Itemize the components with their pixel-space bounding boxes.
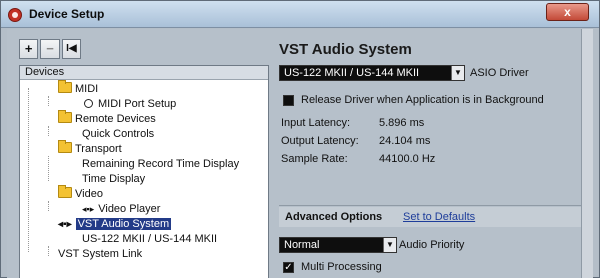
section-divider	[279, 205, 589, 206]
tree-item-time-display[interactable]: Time Display	[82, 172, 145, 187]
folder-icon	[58, 110, 72, 123]
tree-connector	[48, 126, 49, 136]
add-device-button[interactable]: +	[19, 39, 39, 59]
close-button[interactable]: x	[546, 3, 589, 21]
input-latency-value: 5.896 ms	[379, 117, 425, 129]
circle-icon	[84, 99, 93, 108]
asio-driver-select[interactable]: US-122 MKII / US-144 MKII ▼	[279, 65, 465, 81]
chevron-down-icon[interactable]: ▼	[383, 238, 396, 252]
panel-title: VST Audio System	[279, 41, 412, 58]
checkmark-icon: ✓	[284, 262, 293, 273]
tree-item-remote-devices[interactable]: Remote Devices	[58, 110, 156, 127]
asio-driver-label: ASIO Driver	[470, 67, 529, 79]
tree-item-midi-port-setup[interactable]: MIDI Port Setup	[84, 97, 176, 112]
sample-rate-value: 44100.0 Hz	[379, 153, 436, 165]
folder-icon	[58, 140, 72, 153]
reset-icon: I◀	[66, 43, 77, 54]
tree-item-transport[interactable]: Transport	[58, 140, 122, 157]
advanced-options-title: Advanced Options	[285, 211, 383, 223]
tree-item-vst-audio-system[interactable]: ◂▪▸ VST Audio System	[58, 217, 172, 232]
device-setup-window: Device Setup x + − I◀ Devices MIDI MIDI …	[0, 0, 600, 278]
tree-connector	[48, 201, 49, 211]
vertical-scrollbar[interactable]	[581, 29, 593, 278]
chevron-down-icon[interactable]: ▼	[451, 66, 464, 80]
window-content: + − I◀ Devices MIDI MIDI Port Setup Remo…	[7, 29, 593, 278]
tree-header: Devices	[20, 66, 268, 80]
asio-driver-value: US-122 MKII / US-144 MKII	[284, 67, 420, 79]
output-latency-value: 24.104 ms	[379, 135, 431, 147]
window-title: Device Setup	[29, 7, 105, 21]
tree-connector	[48, 96, 49, 106]
tree-item-quick-controls[interactable]: Quick Controls	[82, 127, 154, 142]
remove-device-button[interactable]: −	[40, 39, 60, 59]
tree-connector	[48, 156, 49, 181]
folder-icon	[58, 80, 72, 93]
tree-item-remaining-record-time[interactable]: Remaining Record Time Display	[82, 157, 239, 172]
tree-item-vst-system-link[interactable]: VST System Link	[58, 247, 142, 262]
release-driver-checkbox[interactable]	[283, 95, 294, 106]
tree-item-us122-us144[interactable]: US-122 MKII / US-144 MKII	[82, 232, 217, 247]
input-latency-label: Input Latency:	[281, 117, 351, 129]
tree-connector	[28, 88, 29, 252]
multi-processing-checkbox[interactable]: ✓	[283, 262, 294, 273]
tree-item-video[interactable]: Video	[58, 185, 103, 202]
tree-connector	[48, 246, 49, 256]
devices-tree[interactable]: Devices MIDI MIDI Port Setup Remote Devi…	[19, 65, 269, 278]
video-device-icon: ◂▪▸	[82, 204, 95, 214]
release-driver-label: Release Driver when Application is in Ba…	[301, 94, 544, 106]
tree-item-midi[interactable]: MIDI	[58, 80, 98, 97]
audio-priority-value: Normal	[284, 239, 320, 251]
audio-priority-select[interactable]: Normal ▼	[279, 237, 397, 253]
multi-processing-label: Multi Processing	[301, 261, 382, 273]
reset-device-button[interactable]: I◀	[61, 39, 81, 59]
output-latency-label: Output Latency:	[281, 135, 359, 147]
audio-priority-label: Audio Priority	[399, 239, 465, 251]
sample-rate-label: Sample Rate:	[281, 153, 348, 165]
set-to-defaults-link[interactable]: Set to Defaults	[403, 211, 475, 223]
tree-item-video-player[interactable]: ◂▪▸ Video Player	[82, 202, 160, 217]
title-bar[interactable]: Device Setup x	[1, 1, 599, 28]
folder-icon	[58, 185, 72, 198]
device-toolbar: + − I◀	[19, 39, 83, 59]
vst-icon: ◂▪▸	[58, 219, 72, 230]
cubase-app-icon	[8, 8, 22, 22]
